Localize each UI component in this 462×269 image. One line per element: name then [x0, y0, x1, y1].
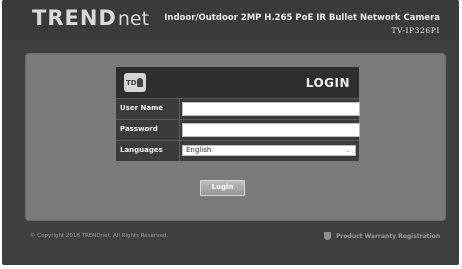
- warranty-link[interactable]: Product Warranty Registration: [324, 232, 440, 240]
- chevron-down-icon: ⌄: [345, 146, 351, 154]
- username-input[interactable]: [182, 102, 360, 116]
- camera-id-icon: TD: [124, 73, 146, 92]
- language-row: Languages English ⌄: [116, 140, 359, 161]
- password-row: Password: [116, 119, 360, 140]
- language-selected-value: English: [186, 146, 212, 154]
- trendnet-logo: TREND net: [32, 6, 149, 30]
- login-title: LOGIN: [305, 76, 350, 90]
- login-button[interactable]: Login: [200, 180, 245, 196]
- login-panel: TD LOGIN User Name Password Languages En…: [116, 67, 360, 161]
- row-divider: [179, 99, 180, 119]
- row-divider: [179, 120, 180, 140]
- password-label: Password: [120, 125, 158, 133]
- username-label: User Name: [120, 104, 164, 112]
- shield-icon: [324, 232, 332, 240]
- copyright-text: © Copyright 2018 TRENDnet. All Rights Re…: [30, 233, 169, 239]
- row-divider: [179, 141, 180, 161]
- product-title: Indoor/Outdoor 2MP H.265 PoE IR Bullet N…: [164, 13, 440, 23]
- icon-label: TD: [126, 79, 137, 87]
- warranty-label: Product Warranty Registration: [336, 232, 440, 240]
- username-row: User Name: [116, 98, 360, 119]
- language-select[interactable]: English ⌄: [182, 145, 356, 156]
- password-input[interactable]: [182, 123, 360, 137]
- logo-main-text: TREND: [32, 6, 117, 30]
- logo-net-text: net: [117, 8, 150, 30]
- header-bar: TREND net Indoor/Outdoor 2MP H.265 PoE IR…: [2, 0, 459, 40]
- language-label: Languages: [120, 146, 163, 154]
- content-area: TD LOGIN User Name Password Languages En…: [25, 53, 446, 221]
- app-window: TREND net Indoor/Outdoor 2MP H.265 PoE IR…: [2, 0, 459, 265]
- user-silhouette-icon: [137, 78, 143, 87]
- model-number: TV-IP326PI: [391, 26, 440, 35]
- login-header: TD LOGIN: [116, 67, 359, 98]
